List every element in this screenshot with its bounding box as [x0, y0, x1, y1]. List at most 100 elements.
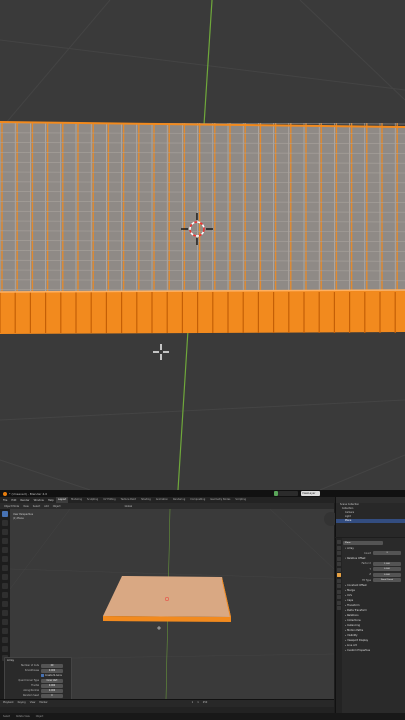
- object-name-row: Plane: [343, 540, 405, 545]
- timeline-header: Playback Keying View Marker 1 1 250: [0, 700, 334, 705]
- count-field[interactable]: 3: [373, 551, 401, 555]
- move-tool-icon[interactable]: [2, 529, 8, 535]
- measure-tool-icon[interactable]: [2, 574, 8, 580]
- object-name-field[interactable]: Plane: [343, 540, 383, 545]
- header-add-menu[interactable]: Add: [44, 505, 49, 508]
- along-normal-field[interactable]: 0.000: [41, 688, 63, 693]
- operator-panel-title[interactable]: Array: [7, 659, 69, 662]
- properties-editor[interactable]: Plane Array Count 3 Relative Offset Fact…: [335, 538, 405, 713]
- blender-logo-icon: [3, 491, 7, 496]
- small-mouse-crosshair-icon: [157, 626, 161, 630]
- create-ngons-checkbox[interactable]: [41, 674, 44, 677]
- op-label-fractal: Fractal: [31, 684, 39, 687]
- tool-shelf: [1, 511, 9, 671]
- y-axis-line-bottom: [177, 329, 189, 490]
- header-object-menu[interactable]: Object: [53, 505, 61, 508]
- prop-row-factor-x: Factor X 1.000: [343, 561, 405, 566]
- status-object: Object: [35, 715, 44, 718]
- properties-body: Plane Array Count 3 Relative Offset Fact…: [343, 540, 405, 653]
- particles-props-tab-icon[interactable]: [337, 584, 341, 588]
- physics-props-tab-icon[interactable]: [337, 589, 341, 594]
- inset-tool-icon[interactable]: [2, 601, 8, 607]
- menu-help[interactable]: Help: [48, 499, 54, 502]
- tool-props-tab-icon[interactable]: [337, 540, 341, 544]
- outliner[interactable]: Scene Collection Collection Camera Light…: [335, 497, 405, 537]
- operator-redo-panel[interactable]: Array Number of Cuts 29 Smoothness 0.000…: [4, 657, 72, 701]
- section-custom-properties[interactable]: Custom Properties: [343, 648, 405, 653]
- viewport-collection-label: (1) Plane: [13, 517, 24, 520]
- timeline[interactable]: Playback Keying View Marker 1 1 250: [0, 699, 334, 717]
- poly-build-tool-icon[interactable]: [2, 637, 8, 643]
- view-layer-props-tab-icon[interactable]: [337, 556, 341, 561]
- view-layer-selector[interactable]: ViewLayer: [301, 491, 320, 496]
- menu-render[interactable]: Render: [20, 499, 29, 502]
- scale-tool-icon[interactable]: [2, 547, 8, 553]
- object-props-tab-icon[interactable]: [337, 573, 341, 577]
- cursor-tool-icon[interactable]: [2, 520, 8, 526]
- start-frame-field[interactable]: 1: [197, 701, 199, 704]
- scene-props-tab-icon[interactable]: [337, 562, 341, 566]
- factor-z-field[interactable]: 0.000: [373, 572, 401, 577]
- status-bar: Select Rotate View Object: [0, 713, 405, 720]
- extrude-tool-icon[interactable]: [2, 592, 8, 598]
- render-props-tab-icon[interactable]: [337, 545, 341, 550]
- smoothness-field[interactable]: 0.000: [41, 668, 63, 673]
- prop-label-y: Y: [369, 567, 371, 571]
- scene-selector[interactable]: [278, 491, 298, 496]
- prop-row-y: Y 0.000: [343, 567, 405, 572]
- menu-window[interactable]: Window: [34, 499, 44, 502]
- annotate-tool-icon[interactable]: [2, 565, 8, 571]
- random-seed-field[interactable]: 0: [41, 693, 63, 698]
- viewport-perspective-label: User Perspective: [13, 513, 34, 516]
- timeline-view-menu[interactable]: View: [30, 701, 36, 704]
- add-cube-tool-icon[interactable]: [2, 583, 8, 589]
- header-select-menu[interactable]: Select: [33, 505, 40, 508]
- data-props-tab-icon[interactable]: [337, 600, 341, 605]
- number-of-cuts-field[interactable]: 29: [41, 663, 63, 668]
- factor-y-field[interactable]: 0.000: [373, 567, 401, 571]
- current-frame-field[interactable]: 1: [192, 701, 194, 704]
- prop-row-count: Count 3: [343, 551, 405, 556]
- zoomed-viewport-canvas[interactable]: [0, 0, 405, 490]
- prop-label-count: Count: [364, 551, 371, 555]
- factor-x-field[interactable]: 1.000: [373, 561, 401, 566]
- op-row-random-seed: Random Seed 0: [7, 693, 69, 698]
- output-props-tab-icon[interactable]: [337, 551, 341, 555]
- timeline-keying-menu[interactable]: Keying: [18, 701, 26, 704]
- create-ngons-label: Create N-Gons: [45, 674, 62, 677]
- menu-edit[interactable]: Edit: [11, 499, 16, 502]
- bevel-tool-icon[interactable]: [2, 610, 8, 616]
- transform-orientation[interactable]: Global: [125, 505, 133, 508]
- material-props-tab-icon[interactable]: [337, 606, 341, 610]
- constraints-props-tab-icon[interactable]: [337, 595, 341, 599]
- fractal-field[interactable]: 0.000: [41, 683, 63, 688]
- op-label-random-seed: Random Seed: [23, 694, 39, 697]
- status-select: Select: [3, 715, 11, 718]
- prop-row-z: Z 0.000: [343, 572, 405, 577]
- window-title: * (Unsaved) - Blender 4.0: [9, 491, 48, 496]
- header-view-menu[interactable]: View: [23, 505, 29, 508]
- timeline-marker-menu[interactable]: Marker: [39, 701, 47, 704]
- zoomed-3d-viewport[interactable]: [0, 0, 405, 490]
- fit-type-select[interactable]: Fixed Count: [373, 578, 401, 582]
- outliner-row-plane[interactable]: Plane: [336, 519, 405, 523]
- op-label-quad-corner: Quad Corner Type: [18, 679, 39, 682]
- quad-corner-type-select[interactable]: Inner Vert: [41, 678, 63, 683]
- knife-tool-icon[interactable]: [2, 628, 8, 634]
- rotate-tool-icon[interactable]: [2, 538, 8, 544]
- y-axis-line-top: [203, 0, 213, 126]
- status-rotate-view: Rotate View: [16, 715, 30, 718]
- timeline-playback-menu[interactable]: Playback: [3, 701, 14, 704]
- transform-tool-icon[interactable]: [2, 556, 8, 562]
- op-label-along-normal: Along Normal: [23, 689, 39, 692]
- modifier-props-tab-icon[interactable]: [337, 578, 341, 583]
- end-frame-field[interactable]: 250: [203, 701, 208, 704]
- blender-window: * (Unsaved) - Blender 4.0 ViewLayer File…: [0, 490, 405, 720]
- menu-file[interactable]: File: [3, 499, 7, 502]
- mode-selector[interactable]: Object Mode: [4, 505, 19, 508]
- world-props-tab-icon[interactable]: [337, 567, 341, 572]
- mouse-crosshair-icon: [153, 344, 169, 360]
- loop-cut-tool-icon[interactable]: [2, 619, 8, 625]
- spin-tool-icon[interactable]: [2, 646, 8, 652]
- select-box-tool-icon[interactable]: [2, 511, 8, 517]
